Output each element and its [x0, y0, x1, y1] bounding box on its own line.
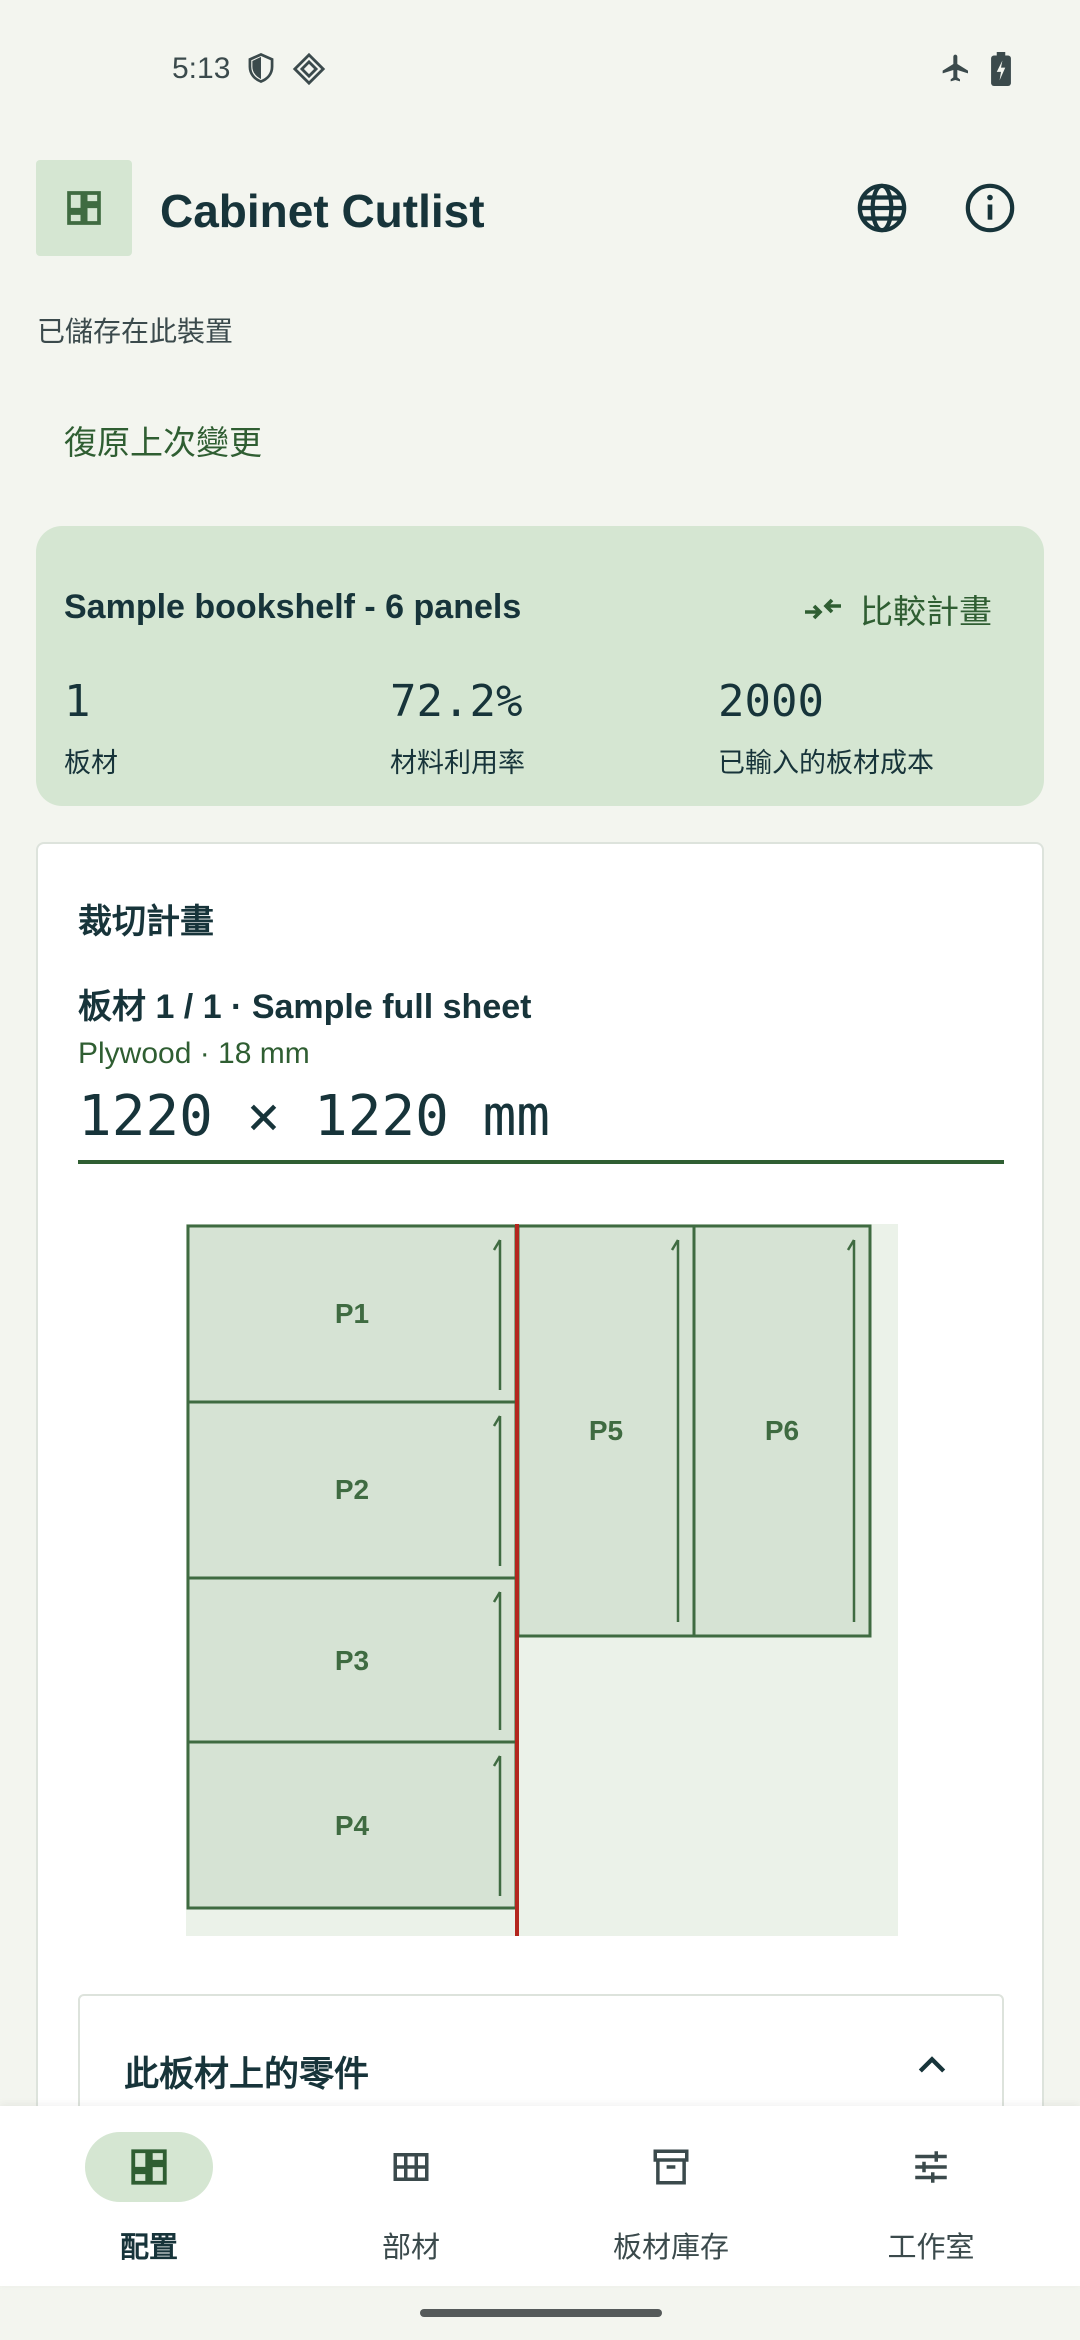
- panel-label: P4: [335, 1810, 370, 1841]
- panel-p4[interactable]: P4: [186, 1740, 518, 1910]
- panel-p6[interactable]: P6: [692, 1224, 872, 1638]
- project-summary-card: Sample bookshelf - 6 panels 比較計畫 1 板材 72…: [36, 526, 1044, 806]
- cut-plan-title: 裁切計畫: [78, 903, 214, 941]
- stat-value: 2000: [718, 676, 824, 727]
- nav-item-layout[interactable]: 配置: [14, 2106, 284, 2286]
- nav-icon-wrap: [347, 2132, 475, 2202]
- stat-utilization: 72.2% 材料利用率: [390, 676, 525, 780]
- tune-icon: [915, 2151, 947, 2183]
- archive-icon: [653, 2149, 689, 2185]
- airplane-mode-icon: [940, 52, 972, 89]
- cut-plan-card: 裁切計畫 板材 1 / 1 · Sample full sheet Plywoo…: [36, 842, 1044, 2154]
- grid-icon: [393, 2153, 429, 2181]
- parts-panel-title: 此板材上的零件: [124, 2055, 370, 2094]
- dimensions-underline: [78, 1160, 1004, 1164]
- nav-item-parts[interactable]: 部材: [276, 2106, 546, 2286]
- bottom-navigation: 配置 部材 板材庫存 工作室: [0, 2106, 1080, 2286]
- dashboard-icon: [131, 2149, 167, 2185]
- sheet-material: Plywood · 18 mm: [78, 1037, 310, 1070]
- panel-p5[interactable]: P5: [516, 1224, 696, 1638]
- panel-label: P2: [335, 1474, 369, 1505]
- nearby-share-icon: [292, 52, 326, 91]
- status-time: 5:13: [172, 52, 231, 85]
- panel-label: P5: [589, 1415, 623, 1446]
- app-logo: [36, 160, 132, 256]
- nav-item-stock[interactable]: 板材庫存: [536, 2106, 806, 2286]
- nav-item-workshop[interactable]: 工作室: [796, 2106, 1066, 2286]
- project-name: Sample bookshelf - 6 panels: [64, 588, 522, 626]
- sheet-layout-diagram: P1 P2 P3 P4 P5 P6: [186, 1224, 898, 1936]
- compare-arrows-icon: [805, 598, 841, 620]
- dashboard-icon: [67, 191, 101, 225]
- sheet-title: 板材 1 / 1 · Sample full sheet: [78, 988, 532, 1026]
- nav-icon-wrap: [867, 2132, 995, 2202]
- stat-label: 已輸入的板材成本: [718, 748, 934, 778]
- nav-active-indicator: [85, 2132, 213, 2202]
- stat-value: 72.2%: [390, 676, 523, 727]
- stat-value: 1: [64, 676, 91, 727]
- nav-label: 部材: [381, 2232, 440, 2264]
- compare-plans-label: 比較計畫: [860, 593, 992, 630]
- shield-icon: [246, 52, 276, 89]
- info-button[interactable]: [962, 180, 1018, 236]
- status-bar: 5:13: [0, 0, 1080, 140]
- nav-label: 板材庫存: [612, 2232, 729, 2264]
- info-icon: [965, 183, 1015, 233]
- top-app-bar: Cabinet Cutlist: [0, 150, 1080, 270]
- panel-p2[interactable]: P2: [186, 1400, 518, 1580]
- compare-plans-button[interactable]: 比較計畫: [802, 584, 992, 634]
- battery-charging-icon: [990, 52, 1012, 91]
- chevron-up-icon[interactable]: [912, 2046, 952, 2091]
- stat-sheets: 1 板材: [64, 676, 118, 780]
- stat-cost: 2000 已輸入的板材成本: [718, 676, 934, 780]
- panel-p1[interactable]: P1: [186, 1224, 518, 1404]
- undo-button[interactable]: 復原上次變更: [40, 405, 286, 475]
- panel-label: P6: [765, 1415, 799, 1446]
- gesture-handle[interactable]: [420, 2309, 662, 2317]
- globe-icon: [857, 183, 907, 233]
- language-button[interactable]: [854, 180, 910, 236]
- nav-label: 工作室: [887, 2232, 975, 2264]
- nav-label: 配置: [119, 2232, 178, 2264]
- app-title: Cabinet Cutlist: [160, 185, 485, 237]
- panel-p3[interactable]: P3: [186, 1576, 518, 1744]
- stat-label: 板材: [64, 748, 118, 778]
- sheet-dimensions: 1220 × 1220 mm: [78, 1084, 551, 1149]
- panel-label: P1: [335, 1298, 369, 1329]
- nav-icon-wrap: [607, 2132, 735, 2202]
- stat-label: 材料利用率: [390, 748, 525, 778]
- panel-label: P3: [335, 1645, 369, 1676]
- save-status: 已儲存在此裝置: [37, 316, 234, 347]
